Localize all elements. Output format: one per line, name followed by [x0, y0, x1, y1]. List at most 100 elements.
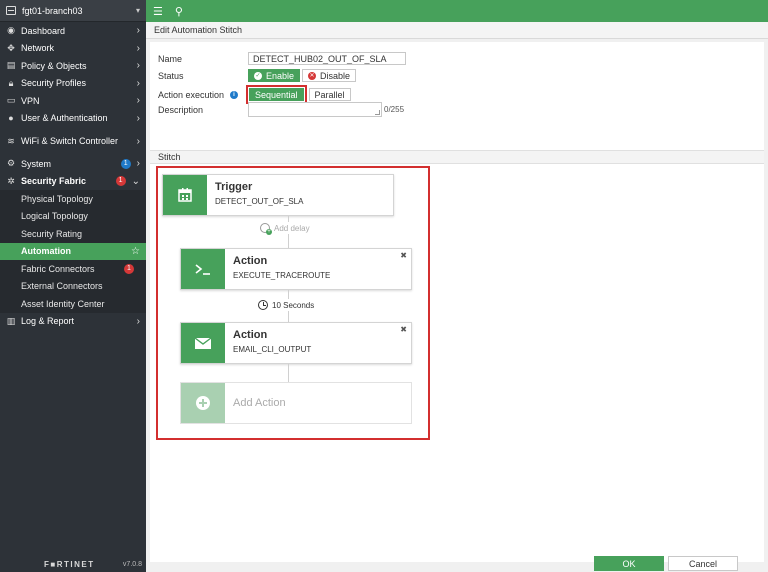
nav-label: System — [21, 158, 52, 169]
nav-security-rating[interactable]: Security Rating — [0, 225, 146, 243]
chevron-right-icon: › — [136, 77, 140, 89]
ok-button[interactable]: OK — [594, 556, 664, 571]
sidebar: fgt01-branch03 ▾ ◉ Dashboard › ✥ Network… — [0, 0, 146, 572]
footer-buttons: OK Cancel — [146, 556, 768, 572]
info-icon[interactable]: i — [230, 90, 238, 99]
chevron-right-icon: › — [136, 25, 140, 37]
notification-badge: 1 — [124, 263, 134, 274]
nav-user-auth[interactable]: ● User & Authentication › — [0, 110, 146, 128]
chevron-right-icon: › — [136, 315, 140, 327]
nav-label: Network — [21, 43, 55, 54]
nav-policy-objects[interactable]: ▤ Policy & Objects › — [0, 57, 146, 75]
delay-label[interactable]: 10 Seconds — [258, 299, 315, 311]
nav-automation[interactable]: Automation ☆ — [0, 242, 146, 260]
nav-label: Automation — [21, 246, 71, 257]
chevron-right-icon: › — [136, 95, 140, 107]
log-icon: ▥ — [6, 315, 16, 326]
device-selector[interactable]: fgt01-branch03 ▾ — [0, 0, 146, 22]
action-card-traceroute[interactable]: Action EXECUTE_TRACEROUTE ✖ — [180, 248, 412, 290]
status-label: Status — [158, 70, 184, 81]
chevron-right-icon: › — [136, 42, 140, 54]
stitch-highlight-frame: Trigger DETECT_OUT_OF_SLA + Add delay Ac… — [156, 166, 430, 440]
disable-button[interactable]: ✕ Disable — [302, 69, 357, 82]
status-row: Status ✓ Enable ✕ Disable — [158, 69, 358, 82]
notification-badge: 1 — [120, 158, 131, 169]
check-icon: ✓ — [254, 71, 262, 80]
enable-button[interactable]: ✓ Enable — [248, 69, 301, 82]
edit-panel: Name Status ✓ Enable ✕ Disable Action ex… — [150, 42, 764, 562]
nav-security-fabric[interactable]: ✲ Security Fabric 1 ⌄ — [0, 173, 146, 191]
nav-label: Dashboard — [21, 25, 66, 36]
nav-log-report[interactable]: ▥ Log & Report › — [0, 313, 146, 331]
add-action-card[interactable]: Add Action — [180, 382, 412, 424]
chevron-down-icon: ⌄ — [131, 175, 140, 187]
dashboard-icon: ◉ — [7, 25, 15, 36]
trigger-card[interactable]: Trigger DETECT_OUT_OF_SLA — [162, 174, 394, 216]
exec-label: Action execution — [158, 89, 225, 100]
chevron-down-icon: ▾ — [135, 6, 140, 15]
nav-label: WiFi & Switch Controller — [21, 136, 119, 146]
enable-label: Enable — [266, 70, 295, 81]
calendar-icon — [163, 175, 207, 215]
nav-logical-topology[interactable]: Logical Topology — [0, 207, 146, 225]
terminal-icon — [181, 249, 225, 289]
search-icon[interactable]: ⚲ — [175, 5, 183, 18]
disable-label: Disable — [320, 70, 351, 81]
parallel-button[interactable]: Parallel — [308, 88, 351, 101]
envelope-icon — [181, 323, 225, 363]
connector-line — [288, 364, 289, 382]
nav-label: Security Profiles — [21, 78, 87, 89]
nav-physical-topology[interactable]: Physical Topology — [0, 190, 146, 208]
nav-security-profiles[interactable]: 🔒︎ Security Profiles › — [0, 75, 146, 93]
nav-system[interactable]: ⚙ System 1 › — [0, 155, 146, 173]
notification-badge: 1 — [115, 176, 126, 187]
description-textarea[interactable] — [248, 102, 382, 117]
delay-value: 10 Seconds — [272, 300, 315, 310]
nav-label: External Connectors — [21, 281, 103, 292]
name-input[interactable] — [248, 52, 406, 65]
policy-icon: ▤ — [6, 60, 16, 71]
nav-external-connectors[interactable]: External Connectors — [0, 277, 146, 295]
nav-dashboard[interactable]: ◉ Dashboard › — [0, 22, 146, 40]
action-value: EXECUTE_TRACEROUTE — [233, 271, 331, 280]
name-label: Name — [158, 53, 183, 64]
nav-asset-identity-center[interactable]: Asset Identity Center — [0, 295, 146, 313]
nav-network[interactable]: ✥ Network › — [0, 40, 146, 58]
name-row: Name — [158, 52, 406, 65]
nav-label: Policy & Objects — [21, 60, 87, 71]
user-icon: ● — [8, 113, 14, 124]
fabric-icon: ✲ — [7, 175, 15, 186]
wifi-icon: ≋ — [7, 135, 15, 146]
hamburger-menu-icon[interactable]: ☰ — [153, 5, 163, 18]
clock-add-icon: + — [260, 223, 272, 235]
chevron-right-icon: › — [136, 158, 140, 170]
action-value: EMAIL_CLI_OUTPUT — [233, 345, 312, 354]
device-name: fgt01-branch03 — [22, 5, 83, 16]
nav-label: User & Authentication — [21, 113, 108, 124]
trigger-title: Trigger — [215, 181, 253, 193]
nav-fabric-connectors[interactable]: Fabric Connectors 1 — [0, 260, 146, 278]
nav-label: Log & Report — [21, 316, 75, 327]
add-action-label: Add Action — [233, 397, 286, 409]
nav-wifi-switch[interactable]: ≋ WiFi & Switch Controller › — [0, 127, 146, 155]
trigger-value: DETECT_OUT_OF_SLA — [215, 197, 304, 206]
cancel-button[interactable]: Cancel — [668, 556, 738, 571]
close-icon[interactable]: ✖ — [400, 251, 407, 260]
star-icon[interactable]: ☆ — [131, 246, 140, 257]
close-icon[interactable]: ✖ — [400, 325, 407, 334]
plus-circle-icon — [181, 383, 225, 423]
nav-label: Logical Topology — [21, 211, 88, 222]
sidebar-footer: F■RTINET v7.0.8 — [0, 556, 146, 572]
sequential-button[interactable]: Sequential — [249, 88, 304, 101]
nav-label: Fabric Connectors — [21, 263, 95, 274]
nav-label: VPN — [21, 95, 40, 106]
stitch-section-header: Stitch — [150, 150, 764, 164]
nav-vpn[interactable]: ▭ VPN › — [0, 92, 146, 110]
nav-label: Security Rating — [21, 228, 83, 239]
page-title: Edit Automation Stitch — [146, 22, 768, 39]
network-icon: ✥ — [7, 42, 15, 53]
main-content: Edit Automation Stitch Name Status ✓ Ena… — [146, 22, 768, 572]
add-delay-label: Add delay — [274, 223, 310, 233]
add-delay-button[interactable]: + Add delay — [260, 222, 310, 235]
action-card-email[interactable]: Action EMAIL_CLI_OUTPUT ✖ — [180, 322, 412, 364]
